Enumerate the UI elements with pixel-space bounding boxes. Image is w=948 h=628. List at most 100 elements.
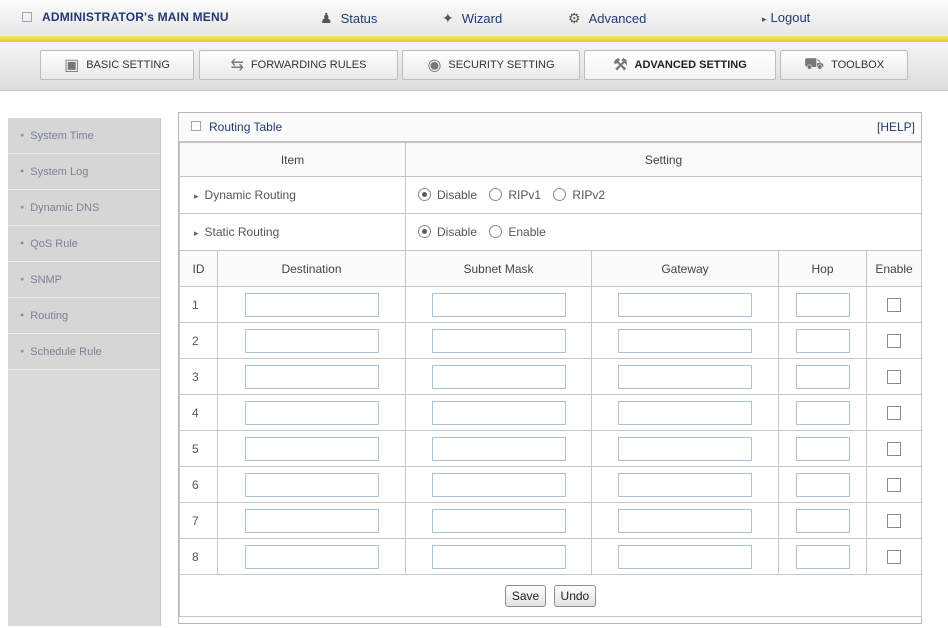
enable-checkbox[interactable]	[887, 297, 902, 312]
tab-advanced-setting[interactable]: ⚒ ADVANCED SETTING	[584, 50, 776, 80]
enable-checkbox[interactable]	[887, 477, 902, 492]
help-link[interactable]: [HELP]	[877, 120, 915, 134]
tab-toolbox[interactable]: ⛟ TOOLBOX	[780, 50, 908, 80]
gateway-cell	[591, 394, 779, 431]
tab-basic-label: BASIC SETTING	[86, 59, 170, 71]
gateway-input[interactable]	[618, 472, 752, 497]
status-link[interactable]: ♟ Status	[320, 10, 377, 27]
sidebar-item-qos-rule[interactable]: ● QoS Rule	[8, 226, 160, 262]
panel-title: Routing Table	[209, 120, 283, 134]
subnet-mask-input[interactable]	[431, 544, 566, 569]
subnet-mask-input[interactable]	[431, 328, 566, 353]
dynamic-ripv1-radio[interactable]	[489, 188, 503, 202]
subnet-mask-input[interactable]	[431, 364, 566, 389]
route-id: 1	[179, 286, 218, 323]
advanced-link[interactable]: ⚙ Advanced	[568, 10, 646, 27]
tab-advanced-label: ADVANCED SETTING	[634, 59, 747, 71]
destination-cell	[217, 502, 406, 539]
hop-input[interactable]	[795, 544, 850, 569]
bullet-icon: ●	[20, 132, 25, 139]
logout-link[interactable]: ▸ Logout	[762, 10, 810, 25]
destination-input[interactable]	[244, 436, 379, 461]
dynamic-routing-options: Disable RIPv1 RIPv2	[404, 176, 923, 214]
sidebar-item-system-time[interactable]: ● System Time	[8, 118, 160, 154]
subnet-cell	[405, 358, 592, 395]
enable-checkbox[interactable]	[887, 333, 902, 348]
subnet-mask-input[interactable]	[431, 436, 566, 461]
hop-input[interactable]	[795, 400, 850, 425]
bullet-icon: ●	[20, 312, 25, 319]
route-id: 8	[179, 538, 218, 575]
gateway-input[interactable]	[618, 364, 752, 389]
route-id: 6	[179, 466, 218, 503]
undo-button[interactable]: Undo	[553, 584, 597, 607]
destination-input[interactable]	[244, 328, 379, 353]
enable-checkbox[interactable]	[887, 549, 902, 564]
destination-input[interactable]	[244, 472, 379, 497]
route-id: 3	[179, 358, 218, 395]
hop-input[interactable]	[795, 292, 850, 317]
static-enable-radio[interactable]	[489, 225, 503, 239]
route-row: 3	[179, 358, 923, 395]
destination-input[interactable]	[244, 364, 379, 389]
subnet-cell	[405, 322, 592, 359]
sidebar-item-system-log[interactable]: ● System Log	[8, 154, 160, 190]
enable-cell	[865, 502, 923, 539]
gateway-input[interactable]	[618, 328, 752, 353]
tab-security-setting[interactable]: ◉ SECURITY SETTING	[402, 50, 580, 80]
hop-cell	[778, 394, 867, 431]
wizard-link[interactable]: ✦ Wizard	[442, 10, 502, 27]
destination-input[interactable]	[244, 400, 379, 425]
sidebar-item-label: System Log	[30, 165, 89, 178]
tab-toolbox-label: TOOLBOX	[831, 59, 885, 71]
destination-input[interactable]	[244, 292, 379, 317]
col-subnet-mask: Subnet Mask	[405, 250, 592, 287]
static-disable-radio[interactable]	[418, 225, 431, 239]
subnet-mask-input[interactable]	[431, 292, 566, 317]
subnet-mask-input[interactable]	[431, 472, 566, 497]
col-id: ID	[179, 250, 218, 287]
gateway-input[interactable]	[618, 292, 752, 317]
hop-input[interactable]	[795, 436, 850, 461]
route-id: 2	[179, 322, 218, 359]
enable-checkbox[interactable]	[887, 513, 902, 528]
gateway-input[interactable]	[618, 508, 752, 533]
gateway-cell	[591, 322, 779, 359]
static-routing-row: ▸ Static Routing Disable Enable	[179, 213, 923, 251]
subnet-cell	[405, 466, 592, 503]
subnet-mask-input[interactable]	[431, 400, 566, 425]
gateway-input[interactable]	[618, 400, 752, 425]
tab-forwarding-rules[interactable]: ⇆ FORWARDING RULES	[199, 50, 398, 80]
dynamic-routing-label: Dynamic Routing	[204, 188, 296, 202]
save-button[interactable]: Save	[504, 584, 547, 607]
destination-input[interactable]	[244, 544, 379, 569]
subnet-mask-input[interactable]	[431, 508, 566, 533]
gateway-cell	[591, 430, 779, 467]
gateway-input[interactable]	[618, 436, 752, 461]
sidebar-item-dynamic-dns[interactable]: ● Dynamic DNS	[8, 190, 160, 226]
gateway-input[interactable]	[618, 544, 752, 569]
hop-cell	[778, 466, 867, 503]
bullet-icon: ●	[20, 168, 25, 175]
hop-input[interactable]	[795, 328, 850, 353]
hop-input[interactable]	[795, 364, 850, 389]
hop-input[interactable]	[795, 508, 850, 533]
dynamic-disable-radio[interactable]	[418, 188, 431, 202]
dynamic-ripv2-radio[interactable]	[553, 188, 567, 202]
hop-cell	[778, 430, 867, 467]
enable-checkbox[interactable]	[887, 369, 902, 384]
enable-checkbox[interactable]	[887, 441, 902, 456]
button-cell: Save Undo	[178, 574, 923, 617]
destination-input[interactable]	[244, 508, 379, 533]
sidebar-item-schedule-rule[interactable]: ● Schedule Rule	[8, 334, 160, 370]
sidebar-item-snmp[interactable]: ● SNMP	[8, 262, 160, 298]
sidebar-item-routing[interactable]: ● Routing	[8, 298, 160, 334]
tab-basic-setting[interactable]: ▣ BASIC SETTING	[40, 50, 194, 80]
enable-checkbox[interactable]	[887, 405, 902, 420]
bullet-icon: ●	[20, 240, 25, 247]
hop-cell	[778, 538, 867, 575]
item-header: Item	[179, 142, 406, 177]
admin-main-menu-link[interactable]: ADMINISTRATOR's MAIN MENU	[22, 10, 229, 24]
gateway-cell	[591, 538, 779, 575]
hop-input[interactable]	[795, 472, 850, 497]
